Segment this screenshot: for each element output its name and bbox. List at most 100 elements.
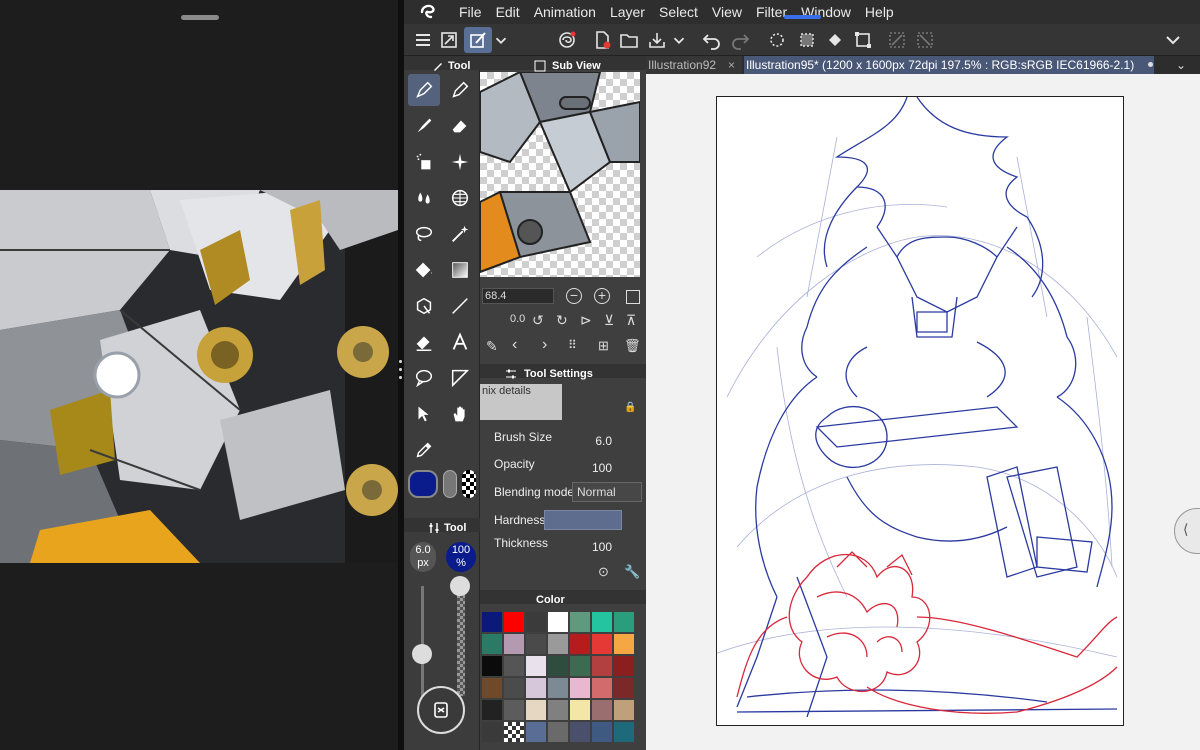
lasso-tool-button[interactable]: [408, 218, 440, 250]
zoom-in-icon[interactable]: +: [594, 288, 610, 304]
operation-tool-button[interactable]: [408, 398, 440, 430]
color-swatch[interactable]: [504, 722, 524, 742]
figure-tool-button[interactable]: [444, 182, 476, 214]
open-folder-icon[interactable]: [617, 27, 641, 53]
color-swatch[interactable]: [592, 700, 612, 720]
color-swatch[interactable]: [482, 656, 502, 676]
color-swatch[interactable]: [526, 722, 546, 742]
color-swatch[interactable]: [526, 634, 546, 654]
blending-select[interactable]: Normal: [572, 482, 642, 502]
settings-adjust-icon[interactable]: ⊙: [598, 564, 609, 580]
hand-tool-button[interactable]: [444, 398, 476, 430]
color-swatch[interactable]: [592, 634, 612, 654]
color-swatch[interactable]: [614, 722, 634, 742]
tab-list-chevron-icon[interactable]: ⌄: [1176, 56, 1186, 74]
correct-line-tool-button[interactable]: [408, 326, 440, 358]
opacity-row[interactable]: Opacity 100: [480, 455, 646, 481]
color-swatch[interactable]: [504, 656, 524, 676]
show-selection-icon[interactable]: [884, 27, 910, 53]
gradient-tool-button[interactable]: [444, 254, 476, 286]
color-swatch[interactable]: [482, 722, 502, 742]
select-all-icon[interactable]: [794, 27, 820, 53]
frame-tool-button[interactable]: [444, 362, 476, 394]
menu-file[interactable]: File: [452, 4, 489, 20]
flip-horizontal-icon[interactable]: ⊳: [580, 312, 592, 329]
fill-tool-button[interactable]: [408, 254, 440, 286]
menu-help[interactable]: Help: [858, 4, 901, 20]
save-icon[interactable]: [645, 27, 669, 53]
main-color-swatch[interactable]: [408, 470, 438, 498]
close-tab-icon[interactable]: ×: [728, 56, 735, 74]
menu-animation[interactable]: Animation: [527, 4, 603, 20]
size-slider-knob[interactable]: [412, 644, 432, 664]
color-swatch[interactable]: [548, 700, 568, 720]
fullscreen-icon[interactable]: [436, 27, 462, 53]
color-swatch[interactable]: [592, 656, 612, 676]
hardness-row[interactable]: Hardness: [480, 508, 646, 534]
brush-size-row[interactable]: Brush Size 6.0: [480, 428, 646, 454]
color-swatch[interactable]: [570, 634, 590, 654]
color-swatch[interactable]: [482, 678, 502, 698]
menu-edit[interactable]: Edit: [489, 4, 527, 20]
color-swatch[interactable]: [504, 678, 524, 698]
color-swatch[interactable]: [592, 678, 612, 698]
blend-tool-button[interactable]: [408, 182, 440, 214]
canvas-document[interactable]: [716, 96, 1124, 726]
subview-image[interactable]: [480, 72, 640, 277]
color-swatch[interactable]: [592, 612, 612, 632]
color-swatch[interactable]: [614, 634, 634, 654]
auto-select-tool-button[interactable]: [444, 218, 476, 250]
pencil-tool-button[interactable]: [444, 74, 476, 106]
line-tool-button[interactable]: [444, 290, 476, 322]
color-swatch[interactable]: [526, 678, 546, 698]
color-swatch[interactable]: [548, 678, 568, 698]
settings-wrench-icon[interactable]: 🔧: [624, 564, 640, 580]
zoom-field[interactable]: 68.4: [482, 288, 554, 304]
opacity-slider-knob[interactable]: [450, 576, 470, 596]
tab-color-set[interactable]: Color: [536, 590, 592, 610]
reset-rotation-icon[interactable]: ⊼: [626, 312, 636, 329]
fit-view-icon[interactable]: [626, 290, 640, 304]
redo-icon[interactable]: [728, 27, 752, 53]
color-swatch[interactable]: [570, 612, 590, 632]
color-swatch[interactable]: [614, 656, 634, 676]
blending-row[interactable]: Blending mode Normal: [480, 480, 646, 506]
color-swatch[interactable]: [614, 700, 634, 720]
color-swatch[interactable]: [614, 678, 634, 698]
new-file-icon[interactable]: [590, 27, 614, 53]
color-swatch[interactable]: [504, 612, 524, 632]
image-grid-icon[interactable]: ⠿: [568, 338, 577, 352]
menu-view[interactable]: View: [705, 4, 749, 20]
opacity-vertical-slider[interactable]: [457, 586, 465, 696]
fill-icon[interactable]: [822, 27, 848, 53]
text-tool-button[interactable]: [444, 326, 476, 358]
tab-illustration95[interactable]: Illustration95* (1200 x 1600px 72dpi 197…: [744, 56, 1154, 74]
size-vertical-slider[interactable]: [421, 586, 424, 696]
color-swatch[interactable]: [504, 700, 524, 720]
color-swatch[interactable]: [526, 656, 546, 676]
clear-selection-icon[interactable]: [764, 27, 790, 53]
rotate-left-icon[interactable]: ↺: [532, 312, 544, 329]
flip-vertical-icon[interactable]: ⊻: [604, 312, 614, 329]
object-tool-button[interactable]: [408, 290, 440, 322]
sub-color-swatch[interactable]: [443, 470, 457, 498]
color-swatch[interactable]: [482, 634, 502, 654]
color-swatch[interactable]: [548, 722, 568, 742]
next-image-icon[interactable]: ›: [542, 336, 547, 354]
hardness-steps[interactable]: [544, 510, 622, 530]
transform-icon[interactable]: [850, 27, 876, 53]
save-chevron-down-icon[interactable]: [670, 27, 688, 53]
pen-tool-button[interactable]: [408, 74, 440, 106]
app-logo-icon[interactable]: [404, 2, 452, 22]
collapse-toolbar-icon[interactable]: [1160, 27, 1186, 53]
brush-tool-button[interactable]: [408, 110, 440, 142]
color-swatch[interactable]: [570, 678, 590, 698]
clip-studio-icon[interactable]: [554, 27, 580, 53]
opacity-readout[interactable]: 100 %: [446, 542, 476, 572]
color-swatch[interactable]: [570, 700, 590, 720]
pane-drag-handle[interactable]: [181, 15, 219, 20]
color-swatch[interactable]: [482, 612, 502, 632]
brush-size-readout[interactable]: 6.0 px: [410, 542, 436, 572]
airbrush-tool-button[interactable]: [408, 146, 440, 178]
eyedropper-subview-icon[interactable]: ✎: [486, 338, 498, 355]
